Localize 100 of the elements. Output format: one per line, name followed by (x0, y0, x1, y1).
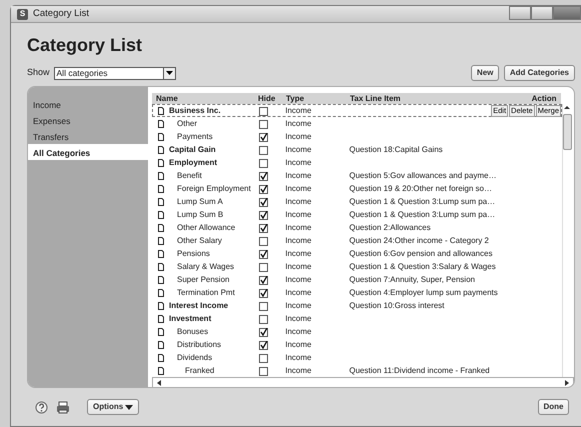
category-name[interactable]: Termination Pmt (169, 287, 235, 299)
toolbar-button[interactable]: Add Categories (504, 65, 575, 81)
hide-checkbox[interactable] (259, 276, 268, 284)
hide-checkbox[interactable] (259, 146, 268, 154)
type-cell-text: Income (284, 313, 312, 325)
category-name[interactable]: Bonuses (169, 326, 208, 338)
hide-checkbox[interactable] (259, 328, 268, 336)
category-name[interactable]: Lump Sum B (169, 209, 224, 221)
category-name[interactable]: Distributions (169, 339, 222, 351)
tax-line-cell-text: Question 5:Gov allowances and payme… (348, 170, 496, 182)
type-cell-text: Income (284, 326, 312, 338)
category-name[interactable]: Other Allowance (169, 222, 236, 234)
category-name[interactable]: Salary & Wages (169, 261, 234, 273)
hide-checkbox[interactable] (259, 262, 268, 272)
hide-checkbox[interactable] (259, 184, 268, 194)
scroll-thumb[interactable] (563, 114, 572, 150)
sidebar-item[interactable]: Income (28, 96, 148, 112)
category-name[interactable]: Interest Income (169, 300, 228, 312)
column-header: Hide (258, 93, 276, 105)
hide-checkbox[interactable] (259, 250, 268, 258)
printer-icon[interactable] (56, 400, 70, 414)
hide-checkbox[interactable] (259, 302, 268, 310)
hide-checkbox[interactable] (259, 340, 268, 350)
type-cell-text: Income (284, 105, 312, 117)
hide-checkbox[interactable] (259, 198, 268, 206)
toolbar-button[interactable]: New (470, 65, 500, 81)
category-name[interactable]: Benefit (169, 170, 202, 182)
scroll-up-arrow-icon[interactable] (563, 104, 571, 110)
app-icon: S (17, 8, 28, 20)
tax-line-cell-text: Question 4:Employer lump sum payments (348, 287, 498, 299)
category-name[interactable]: Dividends (169, 352, 212, 364)
category-name[interactable]: Investment (169, 313, 212, 325)
column-header: Action (530, 93, 558, 105)
column-header: Name (155, 93, 179, 105)
type-cell-text: Income (284, 339, 312, 351)
help-icon[interactable] (35, 400, 48, 414)
type-cell-text: Income (284, 352, 312, 364)
type-cell-text: Income (284, 222, 312, 234)
type-cell-text: Income (284, 157, 312, 169)
type-cell-text: Income (284, 144, 312, 156)
category-name[interactable]: Pensions (169, 248, 210, 260)
hide-checkbox[interactable] (259, 158, 268, 168)
caret-icon (125, 404, 134, 410)
type-cell-text: Income (284, 365, 312, 377)
hide-checkbox[interactable] (259, 224, 268, 232)
category-name[interactable]: Employment (169, 157, 218, 169)
sidebar-item[interactable]: Expenses (28, 112, 148, 128)
vertical-scrollbar[interactable] (562, 104, 572, 377)
type-cell-text: Income (284, 300, 312, 312)
column-header: Type (285, 93, 306, 105)
hide-checkbox[interactable] (259, 106, 268, 116)
type-cell-text: Income (284, 183, 312, 195)
hide-checkbox[interactable] (259, 132, 268, 142)
tax-line-cell-text: Question 2:Allowances (348, 222, 432, 234)
category-name[interactable]: Franked (169, 365, 214, 377)
tax-line-cell-text: Question 18:Capital Gains (348, 144, 444, 156)
horizontal-scrollbar[interactable] (152, 377, 574, 387)
type-cell-text: Income (284, 131, 312, 143)
type-cell-text: Income (284, 118, 312, 130)
type-cell-text: Income (284, 261, 312, 273)
show-label: Show (27, 66, 50, 80)
tax-line-cell-text: Question 6:Gov pension and allowances (348, 248, 492, 260)
type-cell-text: Income (284, 274, 312, 286)
category-name[interactable]: Super Pension (169, 274, 230, 286)
tax-line-cell-text: Question 19 & 20:Other net foreign so… (348, 183, 492, 195)
type-cell-text: Income (284, 287, 312, 299)
hide-checkbox[interactable] (259, 210, 268, 220)
minimize-button[interactable] (509, 6, 531, 20)
category-name[interactable]: Other (169, 118, 198, 130)
hide-checkbox[interactable] (259, 236, 268, 246)
tax-line-cell-text: Question 7:Annuity, Super, Pension (348, 274, 476, 286)
tax-line-cell-text: Question 1 & Question 3:Salary & Wages (348, 261, 496, 273)
category-name[interactable]: Other Salary (169, 235, 222, 247)
done-button[interactable]: Done (538, 399, 569, 415)
category-name[interactable]: Payments (169, 131, 213, 143)
tax-line-cell-text: Question 1 & Question 3:Lump sum pa… (348, 209, 496, 221)
dropdown-arrow-icon (166, 71, 173, 75)
page-heading: Category List (27, 34, 144, 57)
category-name[interactable]: Capital Gain (169, 144, 216, 156)
hide-checkbox[interactable] (259, 288, 268, 298)
hide-checkbox[interactable] (259, 120, 268, 128)
type-cell-text: Income (284, 196, 312, 208)
hide-checkbox[interactable] (259, 354, 268, 362)
hide-checkbox[interactable] (259, 172, 268, 180)
sidebar-item[interactable]: Transfers (28, 128, 148, 144)
options-button[interactable]: Options (87, 399, 140, 415)
type-cell-text: Income (284, 248, 312, 260)
type-cell-text: Income (284, 235, 312, 247)
type-cell-text: Income (284, 170, 312, 182)
category-name[interactable]: Lump Sum A (169, 196, 223, 208)
tax-line-cell-text: Question 24:Other income - Category 2 (348, 235, 489, 247)
category-name[interactable]: Business Inc. (169, 105, 221, 117)
hide-checkbox[interactable] (259, 366, 268, 376)
maximize-button[interactable] (531, 6, 553, 20)
sidebar-item[interactable]: All Categories (28, 144, 148, 160)
category-name[interactable]: Foreign Employment (169, 183, 251, 195)
hide-checkbox[interactable] (259, 314, 268, 324)
tax-line-cell-text: Question 1 & Question 3:Lump sum pa… (348, 196, 496, 208)
column-header: Tax Line Item (349, 93, 402, 105)
type-cell-text: Income (284, 209, 312, 221)
